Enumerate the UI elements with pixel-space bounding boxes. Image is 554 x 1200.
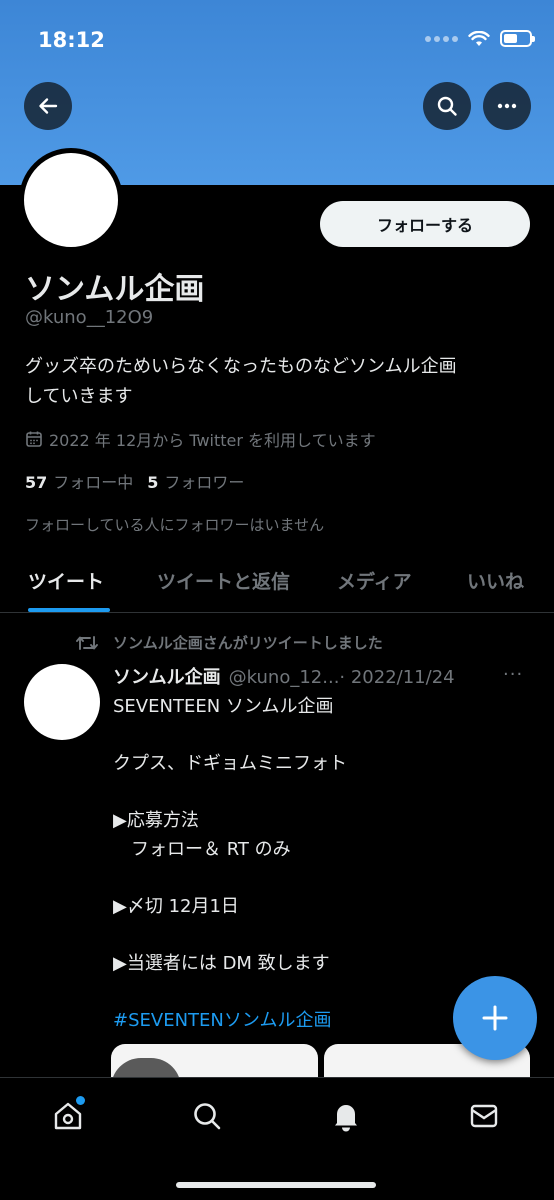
tweet-handle-date: @kuno_12...· 2022/11/24	[228, 667, 455, 688]
bio-line: グッズ卒のためいらなくなったものなどソンムル企画	[25, 356, 457, 377]
tweet-text-line: SEVENTEEN ソンムル企画	[113, 696, 334, 717]
nav-home[interactable]	[48, 1096, 88, 1136]
tweet-text-line: ▶応募方法	[113, 810, 199, 831]
more-horizontal-icon	[497, 103, 517, 109]
tweet-header: ソンムル企画 @kuno_12...· 2022/11/24	[113, 663, 455, 689]
home-indicator	[176, 1182, 376, 1188]
profile-tabs: ツイート ツイートと返信 メディア いいね	[0, 555, 554, 613]
follow-counts: 57 フォロー中 5 フォロワー	[25, 469, 244, 493]
followers-count: 5	[147, 473, 159, 492]
tweet-text-line: ▶当選者には DM 致します	[113, 953, 330, 974]
tweet-avatar[interactable]	[24, 664, 100, 740]
mutual-followers-note: フォローしている人にフォロワーはいません	[25, 516, 325, 534]
compose-button[interactable]	[453, 976, 537, 1060]
status-time: 18:12	[38, 28, 105, 52]
following-link[interactable]: 57 フォロー中	[25, 469, 133, 493]
followers-label: フォロワー	[164, 473, 245, 492]
joined-text: 2022 年 12月から Twitter を利用しています	[49, 431, 376, 450]
search-button[interactable]	[423, 82, 471, 130]
following-count: 57	[25, 473, 48, 492]
bio-line: していきます	[25, 386, 133, 407]
search-icon	[437, 96, 457, 116]
joined-date: 2022 年 12月から Twitter を利用しています	[25, 427, 376, 451]
tab-tweets-replies[interactable]: ツイートと返信	[157, 567, 290, 594]
profile-avatar[interactable]	[19, 148, 123, 252]
follow-button[interactable]: フォローする	[320, 201, 530, 247]
tab-media[interactable]: メディア	[337, 567, 412, 594]
tab-likes[interactable]: いいね	[467, 567, 524, 594]
more-button[interactable]	[483, 82, 531, 130]
tweet-more-button[interactable]: ···	[503, 664, 523, 685]
tweet-text-line: ▶〆切 12月1日	[113, 896, 239, 917]
tweet-text-line: フォロー＆ RT のみ	[113, 839, 291, 860]
retweet-context-text: ソンムル企画さんがリツイートしました	[113, 634, 383, 652]
profile-handle: @kuno__12O9	[25, 307, 154, 328]
plus-icon	[482, 1005, 508, 1031]
profile-bio: グッズ卒のためいらなくなったものなどソンムル企画 していきます	[25, 352, 535, 412]
back-button[interactable]	[24, 82, 72, 130]
calendar-icon	[26, 431, 42, 447]
nav-notifications[interactable]	[326, 1096, 366, 1136]
wifi-icon	[468, 30, 490, 46]
tweet-text-line: クプス、ドギョムミニフォト	[113, 753, 347, 774]
home-notification-dot	[76, 1096, 85, 1105]
status-bar: 18:12	[0, 0, 554, 82]
active-tab-indicator	[28, 608, 110, 612]
battery-icon	[500, 30, 535, 47]
following-label: フォロー中	[53, 473, 134, 492]
followers-link[interactable]: 5 フォロワー	[147, 469, 244, 493]
mail-icon	[470, 1104, 498, 1128]
profile-name: ソンムル企画	[25, 272, 205, 307]
nav-messages[interactable]	[464, 1096, 504, 1136]
retweet-icon	[76, 635, 98, 650]
status-icons	[425, 30, 535, 47]
bell-icon	[335, 1105, 357, 1132]
retweet-context: ソンムル企画さんがリツイートしました	[75, 632, 383, 653]
signal-icon	[425, 35, 458, 42]
tab-tweets[interactable]: ツイート	[28, 567, 104, 594]
search-icon	[194, 1103, 221, 1130]
nav-explore[interactable]	[187, 1096, 227, 1136]
tweet-hashtag[interactable]: #SEVENTENソンムル企画	[113, 1006, 332, 1032]
arrow-left-icon	[39, 98, 58, 114]
tweet-author[interactable]: ソンムル企画	[113, 663, 221, 689]
